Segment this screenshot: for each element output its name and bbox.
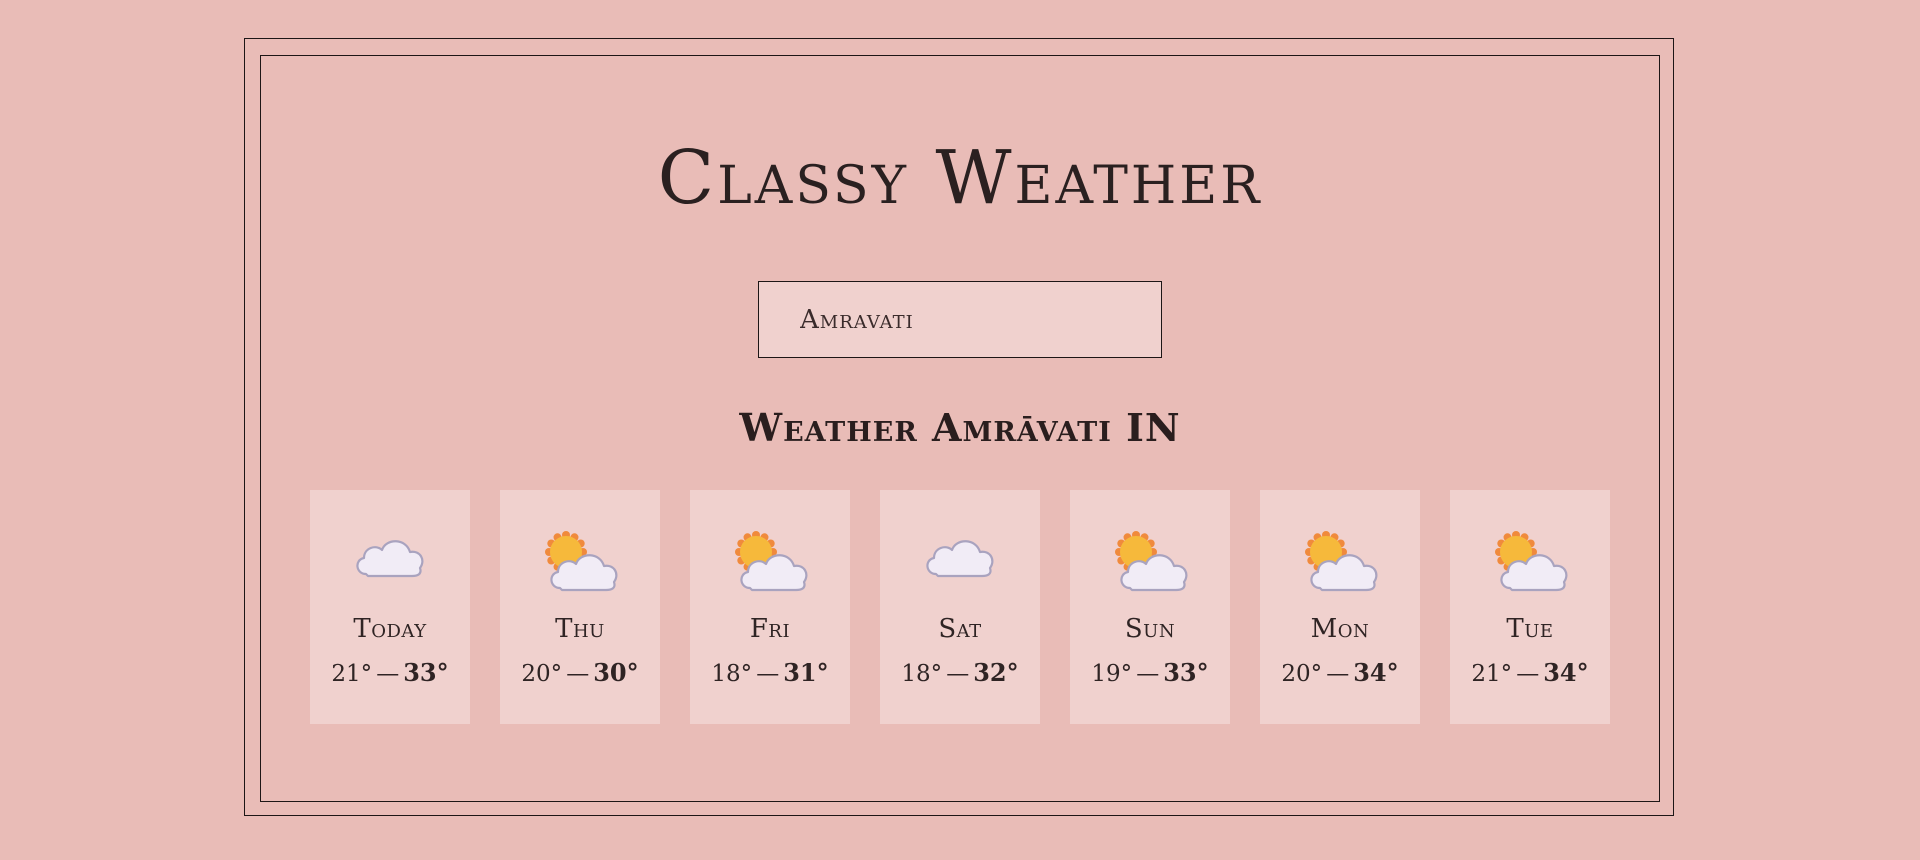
day-temperatures: 20° —30° [521, 658, 638, 687]
temp-separator: — [946, 661, 970, 687]
min-temp: 20° [521, 661, 563, 687]
sun-behind-cloud-icon [542, 530, 618, 594]
location-heading: Weather Amrāvati IN [739, 405, 1181, 450]
temp-separator: — [756, 661, 780, 687]
day-card: Thu 20° —30° [500, 490, 660, 724]
max-temp: 33° [1163, 658, 1209, 687]
day-name: Today [353, 614, 427, 644]
min-temp: 20° [1281, 661, 1323, 687]
day-name: Sun [1124, 614, 1176, 644]
app-title: Classy Weather [657, 135, 1263, 221]
max-temp: 34° [1353, 658, 1399, 687]
temp-separator: — [1326, 661, 1350, 687]
max-temp: 34° [1543, 658, 1589, 687]
day-temperatures: 18° —32° [901, 658, 1018, 687]
temp-separator: — [566, 661, 590, 687]
day-card: Today 21° —33° [310, 490, 470, 724]
day-temperatures: 20° —34° [1281, 658, 1398, 687]
min-temp: 21° [331, 661, 373, 687]
max-temp: 30° [593, 658, 639, 687]
min-temp: 18° [711, 661, 753, 687]
day-name: Sat [938, 614, 982, 644]
day-name: Thu [555, 614, 605, 644]
max-temp: 32° [973, 658, 1019, 687]
sun-behind-cloud-icon [1492, 530, 1568, 594]
temp-separator: — [1136, 661, 1160, 687]
day-name: Tue [1506, 614, 1554, 644]
sun-behind-cloud-icon [1112, 530, 1188, 594]
day-name: Mon [1310, 614, 1370, 644]
day-temperatures: 19° —33° [1091, 658, 1208, 687]
temp-separator: — [1516, 661, 1540, 687]
max-temp: 33° [403, 658, 449, 687]
day-card: Fri 18° —31° [690, 490, 850, 724]
sun-behind-cloud-icon [732, 530, 808, 594]
day-name: Fri [749, 614, 791, 644]
day-temperatures: 21° —33° [331, 658, 448, 687]
sun-behind-cloud-icon [1302, 530, 1378, 594]
day-card: Tue 21° —34° [1450, 490, 1610, 724]
forecast-list: Today 21° —33° Thu 20° —30° Fri 18° —31° Sa… [310, 490, 1610, 724]
location-search-input[interactable] [800, 304, 1120, 335]
temp-separator: — [376, 661, 400, 687]
min-temp: 21° [1471, 661, 1513, 687]
search-box[interactable] [758, 281, 1162, 358]
min-temp: 18° [901, 661, 943, 687]
cloud-icon [352, 530, 428, 594]
min-temp: 19° [1091, 661, 1133, 687]
day-card: Mon 20° —34° [1260, 490, 1420, 724]
day-card: Sat 18° —32° [880, 490, 1040, 724]
cloud-icon [922, 530, 998, 594]
day-card: Sun 19° —33° [1070, 490, 1230, 724]
day-temperatures: 21° —34° [1471, 658, 1588, 687]
day-temperatures: 18° —31° [711, 658, 828, 687]
max-temp: 31° [783, 658, 829, 687]
